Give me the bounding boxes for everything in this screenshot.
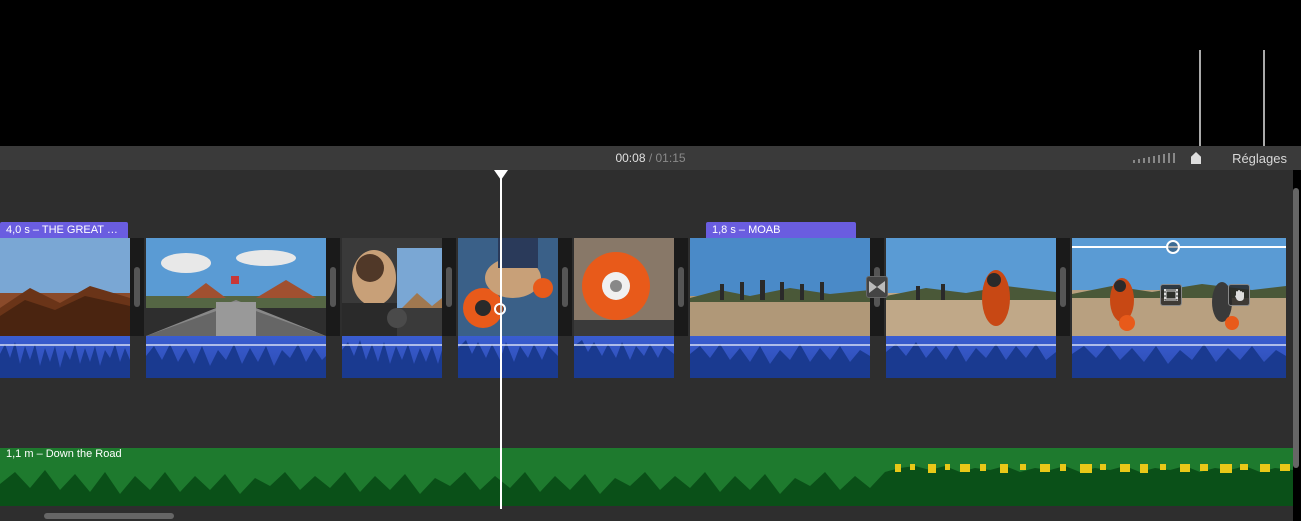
clip-audio-waveform[interactable] (458, 336, 558, 378)
clip-audio-waveform[interactable] (574, 336, 674, 378)
zoom-track (1133, 153, 1189, 163)
time-total: 01:15 (656, 151, 686, 165)
clip-thumbnail (146, 238, 326, 336)
video-clip[interactable] (1072, 238, 1286, 378)
volume-line[interactable] (1072, 344, 1286, 346)
volume-line[interactable] (146, 344, 326, 346)
clip-audio-waveform[interactable] (146, 336, 326, 378)
time-current: 00:08 (615, 151, 645, 165)
transition-handle[interactable] (442, 238, 456, 336)
filmstrip-icon[interactable] (1160, 284, 1182, 306)
clip-thumbnail (886, 238, 1056, 336)
transition-handle[interactable] (130, 238, 144, 336)
clip-thumbnail (458, 238, 558, 336)
transition-handle[interactable] (326, 238, 340, 336)
time-separator: / (645, 151, 655, 165)
hand-stabilize-icon[interactable] (1228, 284, 1250, 306)
volume-line[interactable] (574, 344, 674, 346)
audio-waveform[interactable] (0, 464, 1293, 506)
video-clip[interactable] (342, 238, 442, 378)
video-clip[interactable] (458, 238, 558, 378)
callout-line-zoom (1199, 50, 1201, 146)
callout-line-settings (1263, 50, 1265, 146)
vertical-scrollbar-thumb[interactable] (1293, 188, 1299, 468)
clip-thumbnail (690, 238, 870, 336)
volume-line[interactable] (458, 344, 558, 346)
video-clip[interactable] (0, 238, 130, 378)
volume-line[interactable] (0, 344, 130, 346)
settings-button[interactable]: Réglages (1232, 151, 1287, 166)
clip-audio-waveform[interactable] (0, 336, 130, 378)
audio-track[interactable]: 1,1 m – Down the Road (0, 448, 1293, 506)
timeline-toolbar: 00:08 / 01:15 Réglages (0, 146, 1301, 170)
clip-thumbnail (574, 238, 674, 336)
clip-audio-waveform[interactable] (690, 336, 870, 378)
clip-title-badge[interactable]: 4,0 s – THE GREAT SK... (0, 222, 128, 238)
cross-dissolve-icon[interactable] (866, 276, 888, 298)
volume-line[interactable] (690, 344, 870, 346)
clip-keyframe-dot[interactable] (1166, 240, 1180, 254)
clip-thumbnail (0, 238, 130, 336)
playhead-clip-marker[interactable] (494, 303, 506, 315)
clip-audio-waveform[interactable] (1072, 336, 1286, 378)
horizontal-scrollbar[interactable] (44, 513, 174, 519)
zoom-slider[interactable] (1133, 152, 1201, 164)
clip-audio-waveform[interactable] (886, 336, 1056, 378)
audio-track-title: 1,1 m – Down the Road (6, 448, 122, 460)
time-display: 00:08 / 01:15 (615, 151, 685, 165)
clip-title-badge[interactable]: 1,8 s – MOAB (706, 222, 856, 238)
video-clip[interactable] (146, 238, 326, 378)
clip-thumbnail (342, 238, 442, 336)
video-clip[interactable] (574, 238, 674, 378)
vertical-scrollbar[interactable] (1293, 188, 1299, 497)
transition-handle[interactable] (674, 238, 688, 336)
video-clip[interactable] (690, 238, 870, 378)
clip-audio-waveform[interactable] (342, 336, 442, 378)
transition-handle[interactable] (558, 238, 572, 336)
transition-handle[interactable] (1056, 238, 1070, 336)
volume-line[interactable] (342, 344, 442, 346)
video-clip[interactable] (886, 238, 1056, 378)
transition-handle[interactable] (870, 238, 884, 336)
volume-line[interactable] (886, 344, 1056, 346)
zoom-thumb[interactable] (1191, 152, 1201, 164)
